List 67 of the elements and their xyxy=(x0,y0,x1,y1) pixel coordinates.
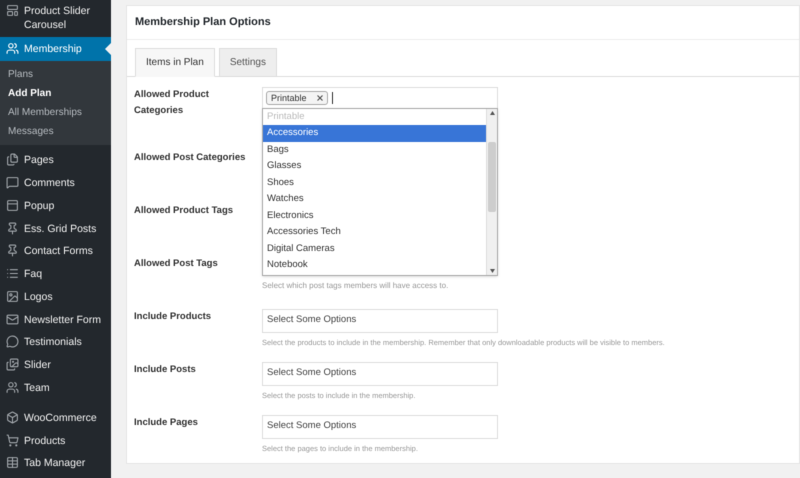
picture-icon xyxy=(6,290,19,303)
speech-bubble-icon xyxy=(6,335,19,348)
scrollbar[interactable] xyxy=(486,108,497,274)
cart-icon xyxy=(6,434,19,447)
dropdown-option[interactable]: Accessories xyxy=(263,125,486,142)
sidebar-item[interactable]: Pages xyxy=(0,148,111,172)
scroll-down-icon[interactable] xyxy=(490,268,494,272)
submenu-item[interactable]: All Memberships xyxy=(0,102,111,122)
sidebar-item[interactable]: Faq xyxy=(0,262,111,286)
sidebar-item[interactable]: Logos xyxy=(0,285,111,308)
pointer-icon xyxy=(105,42,111,55)
field-label: Allowed Product Tags xyxy=(134,204,234,218)
field-label: Include Pages xyxy=(134,416,199,430)
pictures-icon xyxy=(6,358,19,372)
envelope-icon xyxy=(6,312,19,326)
dropdown-option[interactable]: Shoes xyxy=(263,174,486,191)
slides-icon xyxy=(6,4,19,18)
tab[interactable]: Settings xyxy=(218,48,277,76)
dropdown-option[interactable]: Electronics xyxy=(263,208,486,224)
dropdown-option[interactable]: Bags xyxy=(263,142,486,158)
select-field[interactable]: Select Some Options xyxy=(262,414,498,438)
sidebar-item[interactable]: Membership xyxy=(0,36,111,61)
pin-icon xyxy=(6,222,19,235)
people-icon xyxy=(6,42,19,55)
sidebar-item[interactable]: WooCommerce xyxy=(0,406,111,430)
sidebar-item[interactable]: Popup xyxy=(0,194,111,218)
sidebar-item[interactable]: Comments xyxy=(0,172,111,194)
scroll-up-icon[interactable] xyxy=(490,110,494,114)
dropdown-option[interactable]: Accessories Tech xyxy=(263,224,486,240)
window-icon xyxy=(6,198,19,212)
table-icon xyxy=(6,456,19,470)
submenu-item[interactable]: Messages xyxy=(0,122,111,141)
field-label: Allowed Post Categories xyxy=(134,150,246,164)
list-icon xyxy=(6,267,19,280)
field-label: Allowed Product Categories xyxy=(134,88,210,118)
pin-icon xyxy=(6,244,19,258)
sidebar-item[interactable]: Tab Manager xyxy=(0,452,111,475)
tab[interactable]: Items in Plan xyxy=(135,48,215,76)
sidebar-item[interactable]: Product Slider Carousel xyxy=(0,0,111,37)
field-label: Include Posts xyxy=(134,362,197,376)
sidebar-item[interactable]: Products xyxy=(0,429,111,452)
help-text: Select which post tags members will have access to. xyxy=(262,280,450,292)
sidebar-item[interactable]: Testimonials xyxy=(0,331,111,354)
select-field[interactable]: Select Some Options xyxy=(262,362,498,386)
tag-chip[interactable]: Printable xyxy=(266,90,328,104)
panel-title: Membership Plan Options xyxy=(127,6,799,40)
submenu-item[interactable]: Add Plan xyxy=(0,84,111,103)
sidebar-item[interactable]: Contact Forms xyxy=(0,240,111,263)
sidebar-item[interactable]: Slider xyxy=(0,354,111,377)
dropdown-option[interactable]: Digital Cameras xyxy=(263,240,486,257)
dropdown-option[interactable]: Notebook xyxy=(263,257,486,274)
speech-bubble-icon xyxy=(6,176,19,189)
field-label: Include Products xyxy=(134,310,212,324)
scroll-thumb[interactable] xyxy=(488,142,496,212)
dropdown-option[interactable]: Watches xyxy=(263,191,486,208)
sidebar-item[interactable]: Newsletter Form xyxy=(0,308,111,332)
box-icon xyxy=(6,410,19,424)
sidebar-item[interactable]: Ess. Grid Posts xyxy=(0,217,111,240)
text-cursor xyxy=(332,92,333,104)
submenu-item[interactable]: Plans xyxy=(0,64,111,84)
close-icon[interactable] xyxy=(316,94,323,100)
dropdown-option[interactable]: Glasses xyxy=(263,158,486,174)
people-icon xyxy=(6,380,19,394)
field-label: Allowed Post Tags xyxy=(134,256,219,270)
sidebar-item[interactable]: Team xyxy=(0,376,111,400)
select-field[interactable]: Select Some Options xyxy=(262,308,498,332)
pages-icon xyxy=(6,153,19,166)
